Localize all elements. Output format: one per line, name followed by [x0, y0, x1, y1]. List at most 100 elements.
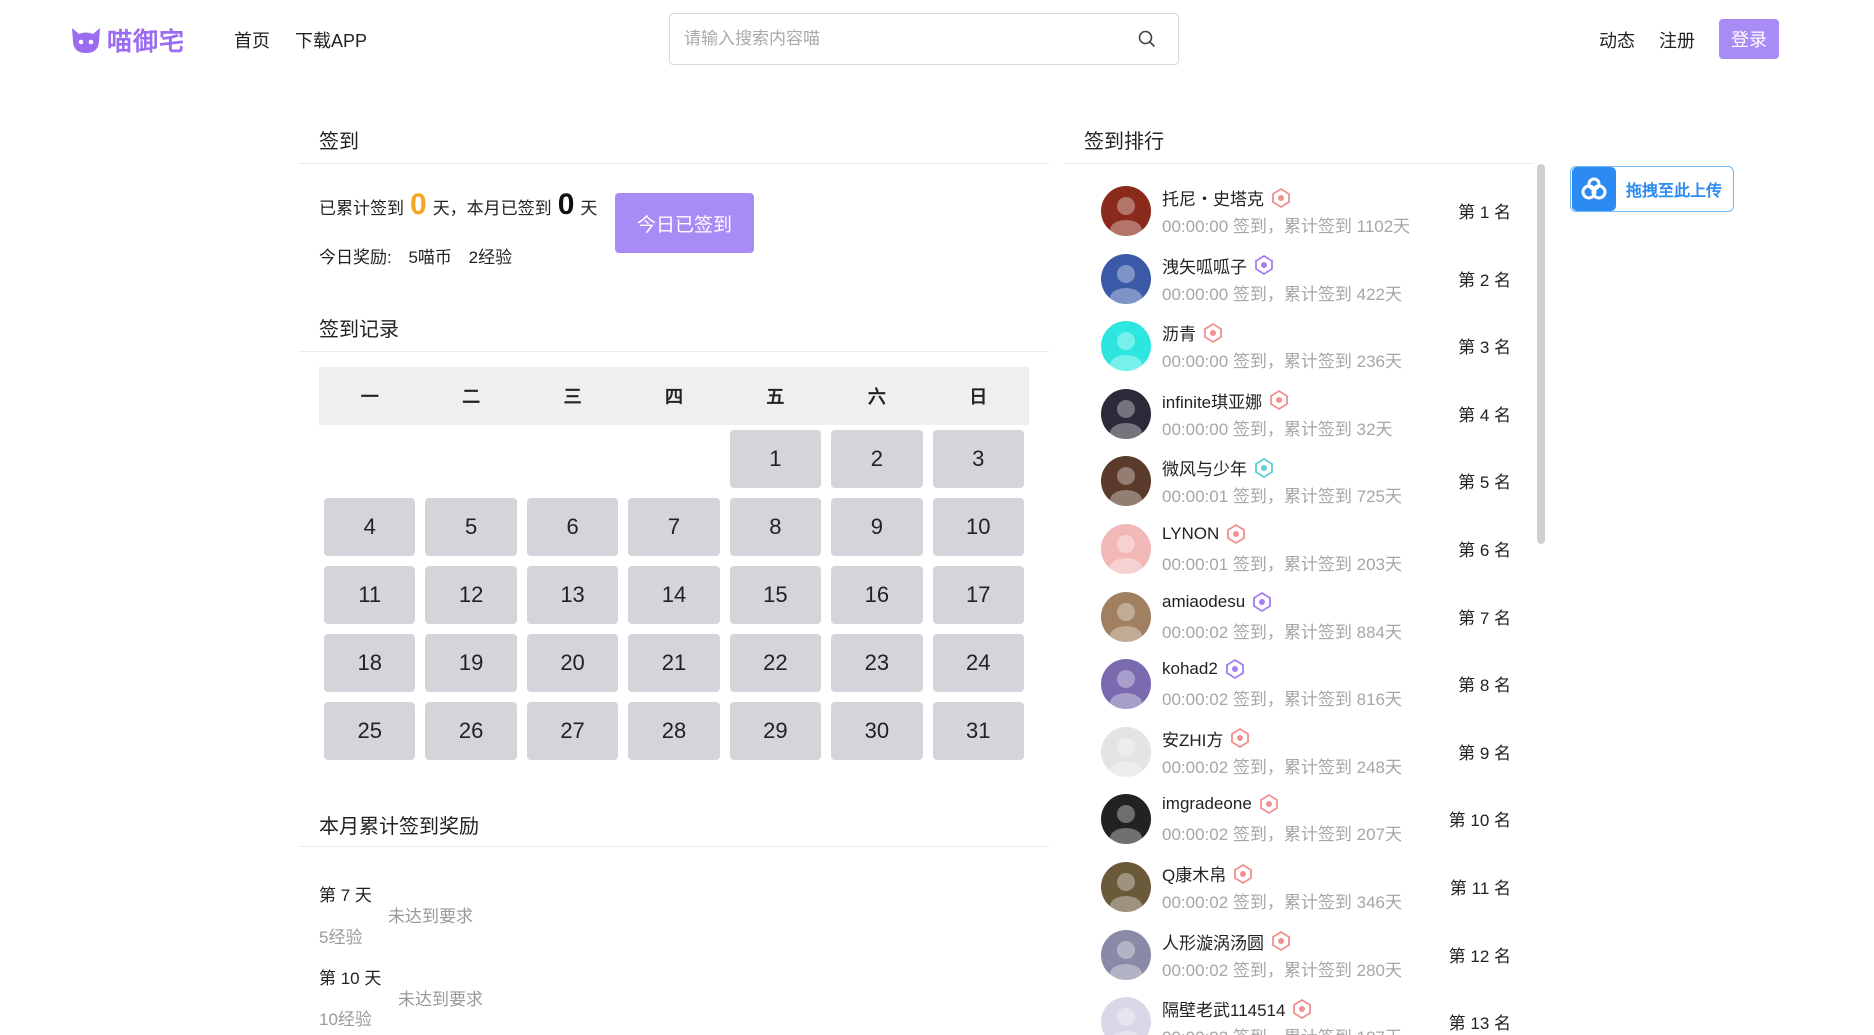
avatar[interactable] — [1101, 591, 1151, 642]
level-badge-icon — [1272, 931, 1290, 952]
rank-username[interactable]: 托尼・史塔克 — [1162, 185, 1264, 210]
ranking-item[interactable]: 人形漩涡汤圆 00:00:02 签到，累计签到 280天 第 12 名 — [1101, 918, 1511, 984]
rank-username[interactable]: 沥青 — [1162, 320, 1196, 345]
calendar-day[interactable]: 10 — [932, 498, 1024, 556]
avatar[interactable] — [1101, 388, 1151, 439]
avatar[interactable] — [1101, 186, 1151, 236]
calendar-day[interactable]: 31 — [932, 702, 1024, 760]
rank-username[interactable]: amiaodesu — [1162, 592, 1245, 612]
rank-username[interactable]: 安ZHI方 — [1162, 726, 1223, 751]
calendar-day[interactable]: 18 — [324, 634, 416, 692]
checked-in-button[interactable]: 今日已签到 — [615, 193, 754, 253]
nav-download-app[interactable]: 下载APP — [295, 27, 367, 53]
rank-checkin-info: 00:00:02 签到，累计签到 248天 — [1162, 757, 1402, 777]
calendar-day[interactable]: 19 — [425, 634, 517, 692]
calendar-day[interactable]: 15 — [729, 566, 822, 624]
rank-username[interactable]: LYNON — [1162, 524, 1219, 544]
level-badge-icon — [1253, 591, 1272, 612]
rank-username[interactable]: kohad2 — [1162, 659, 1218, 679]
ranking-item[interactable]: 微风与少年 00:00:01 签到，累计签到 725天 第 5 名 — [1101, 444, 1511, 510]
ranking-item[interactable]: infinite琪亚娜 00:00:00 签到，累计签到 32天 第 4 名 — [1101, 377, 1511, 443]
rank-username-row: 安ZHI方 — [1162, 726, 1251, 751]
calendar-day[interactable]: 3 — [932, 430, 1024, 488]
calendar-day[interactable]: 1 — [729, 430, 822, 488]
calendar-day[interactable]: 22 — [729, 634, 822, 692]
search-input[interactable] — [684, 14, 1124, 64]
rank-username[interactable]: 微风与少年 — [1162, 455, 1247, 480]
calendar-day[interactable]: 13 — [526, 566, 619, 624]
calendar-day[interactable]: 8 — [729, 498, 822, 556]
ranking-item[interactable]: amiaodesu 00:00:02 签到，累计签到 884天 第 7 名 — [1101, 580, 1511, 646]
drag-upload-button[interactable]: 拖拽至此上传 — [1570, 166, 1734, 212]
cat-logo-icon — [72, 28, 100, 53]
rank-username[interactable]: 洩矢呱呱子 — [1162, 253, 1247, 278]
nav-home[interactable]: 首页 — [234, 27, 270, 53]
avatar[interactable] — [1101, 524, 1151, 574]
ranking-item[interactable]: kohad2 00:00:02 签到，累计签到 816天 第 8 名 — [1101, 647, 1511, 713]
calendar-day[interactable]: 11 — [324, 566, 416, 624]
avatar[interactable] — [1101, 659, 1151, 710]
calendar-day[interactable]: 7 — [628, 498, 720, 556]
reward-label: 今日奖励: — [319, 248, 392, 267]
ranking-item[interactable]: 安ZHI方 00:00:02 签到，累计签到 248天 第 9 名 — [1101, 715, 1511, 781]
calendar-cell: 25 — [319, 697, 420, 765]
ranking-item[interactable]: Q康木帛 00:00:02 签到，累计签到 346天 第 11 名 — [1101, 850, 1511, 916]
calendar-day[interactable]: 14 — [628, 566, 720, 624]
rank-username[interactable]: 人形漩涡汤圆 — [1162, 929, 1264, 954]
ranking-item[interactable]: 托尼・史塔克 00:00:00 签到，累计签到 1102天 第 1 名 — [1101, 174, 1511, 240]
calendar-day[interactable]: 12 — [425, 566, 517, 624]
avatar[interactable] — [1101, 794, 1151, 845]
calendar-empty-cell — [319, 425, 420, 493]
avatar[interactable] — [1101, 726, 1151, 777]
calendar-day[interactable]: 5 — [425, 498, 517, 556]
calendar-day[interactable]: 6 — [526, 498, 619, 556]
rank-username[interactable]: imgradeone — [1162, 794, 1252, 814]
avatar[interactable] — [1101, 997, 1151, 1035]
calendar-day[interactable]: 24 — [932, 634, 1024, 692]
rank-checkin-info: 00:00:02 签到，累计签到 884天 — [1162, 622, 1402, 642]
avatar[interactable] — [1101, 862, 1151, 912]
calendar-cell: 16 — [826, 561, 927, 629]
search-icon[interactable] — [1136, 28, 1158, 50]
ranking-item[interactable]: LYNON 00:00:01 签到，累计签到 203天 第 6 名 — [1101, 512, 1511, 578]
avatar[interactable] — [1101, 321, 1151, 372]
ranking-scrollbar[interactable] — [1537, 164, 1545, 544]
calendar-cell: 29 — [725, 697, 826, 765]
calendar-cell: 18 — [319, 629, 420, 697]
ranking-item[interactable]: 洩矢呱呱子 00:00:00 签到，累计签到 422天 第 2 名 — [1101, 242, 1511, 308]
calendar-day[interactable]: 20 — [526, 634, 619, 692]
total-prefix: 已累计签到 — [319, 199, 404, 218]
calendar-day[interactable]: 21 — [628, 634, 720, 692]
avatar[interactable] — [1101, 253, 1151, 304]
calendar-day[interactable]: 16 — [831, 566, 923, 624]
calendar-day[interactable]: 29 — [729, 702, 822, 760]
calendar-day[interactable]: 26 — [425, 702, 517, 760]
calendar-day[interactable]: 25 — [324, 702, 416, 760]
calendar-cell: 20 — [522, 629, 623, 697]
calendar-day[interactable]: 2 — [831, 430, 923, 488]
nav-register[interactable]: 注册 — [1659, 27, 1695, 53]
calendar-day[interactable]: 23 — [831, 634, 923, 692]
ranking-item[interactable]: imgradeone 00:00:02 签到，累计签到 207天 第 10 名 — [1101, 782, 1511, 848]
calendar-cell: 5 — [420, 493, 521, 561]
calendar-day[interactable]: 17 — [932, 566, 1024, 624]
login-button[interactable]: 登录 — [1719, 19, 1779, 59]
divider — [1064, 163, 1534, 164]
ranking-item[interactable]: 沥青 00:00:00 签到，累计签到 236天 第 3 名 — [1101, 309, 1511, 375]
record-title: 签到记录 — [319, 319, 399, 341]
calendar-day[interactable]: 9 — [831, 498, 923, 556]
site-logo[interactable]: 喵御宅 — [68, 24, 185, 56]
rank-username[interactable]: Q康木帛 — [1162, 861, 1226, 886]
avatar[interactable] — [1101, 929, 1151, 980]
calendar-day[interactable]: 27 — [526, 702, 619, 760]
calendar-day[interactable]: 30 — [831, 702, 923, 760]
avatar[interactable] — [1101, 456, 1151, 507]
calendar-cell: 22 — [725, 629, 826, 697]
rank-username[interactable]: 隔壁老武114514 — [1162, 996, 1285, 1021]
rank-checkin-info: 00:00:02 签到，累计签到 280天 — [1162, 960, 1402, 980]
rank-username[interactable]: infinite琪亚娜 — [1162, 388, 1262, 413]
nav-activity[interactable]: 动态 — [1599, 27, 1635, 53]
calendar-day[interactable]: 4 — [324, 498, 416, 556]
calendar-day[interactable]: 28 — [628, 702, 720, 760]
ranking-item[interactable]: 隔壁老武114514 00:00:02 签到，累计签到 187天 第 13 名 — [1101, 985, 1511, 1035]
